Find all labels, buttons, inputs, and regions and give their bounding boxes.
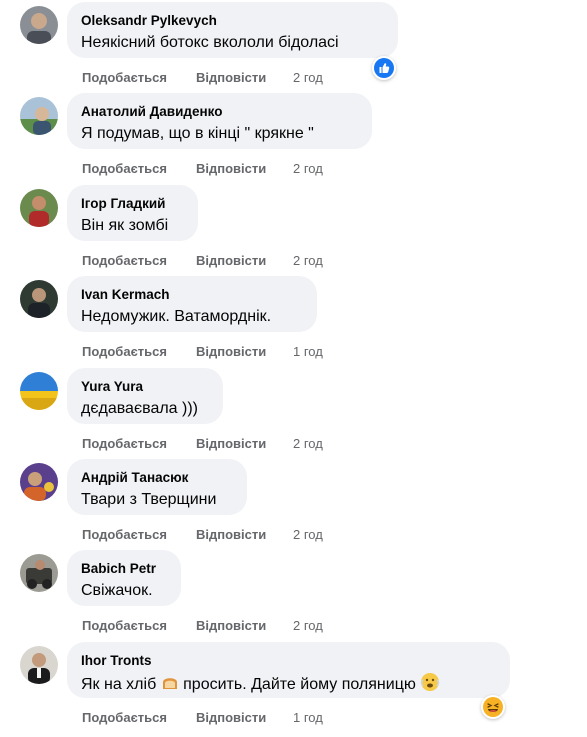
comment-item: Ivan Kermach Недомужик. Ватаморднік. Под… [0, 274, 587, 366]
comment-actions: Подобається Відповісти 2 год [82, 68, 323, 88]
reply-link[interactable]: Відповісти [196, 251, 293, 271]
steaming-face-icon [421, 673, 440, 691]
comment-actions: Подобається Відповісти 2 год [82, 251, 323, 271]
comment-text: Неякісний ботокс вкололи бідоласі [81, 34, 339, 51]
comment-actions: Подобається Відповісти 2 год [82, 616, 323, 636]
laughing-face-icon [483, 697, 503, 717]
comment-bubble: Yura Yura дєдаваєвала ))) [67, 368, 223, 424]
comment-author[interactable]: Ihor Tronts [81, 652, 496, 670]
comment-author[interactable]: Андрій Танасюк [81, 469, 233, 487]
like-link[interactable]: Подобається [82, 68, 196, 88]
comment-actions: Подобається Відповісти 2 год [82, 434, 323, 454]
comment-bubble: Ігор Гладкий Він як зомбі [67, 185, 198, 241]
comment-item: Yura Yura дєдаваєвала ))) Подобається Від… [0, 366, 587, 458]
like-link[interactable]: Подобається [82, 708, 196, 728]
like-link[interactable]: Подобається [82, 159, 196, 179]
comment-author[interactable]: Babich Petr [81, 560, 167, 578]
reply-link[interactable]: Відповісти [196, 434, 293, 454]
avatar[interactable] [20, 6, 58, 44]
comment-author[interactable]: Oleksandr Pylkevych [81, 12, 384, 30]
avatar[interactable] [20, 463, 58, 501]
comment-actions: Подобається Відповісти 1 год [82, 708, 323, 728]
comment-item: Oleksandr Pylkevych Неякісний ботокс вко… [0, 0, 587, 92]
like-link[interactable]: Подобається [82, 616, 196, 636]
comment-item: Андрій Танасюк Твари з Тверщини Подобаєт… [0, 457, 587, 549]
comment-text-end: просить. Дайте йому поляницю [183, 676, 416, 693]
comment-author[interactable]: Анатолий Давиденко [81, 103, 358, 121]
reply-link[interactable]: Відповісти [196, 159, 293, 179]
like-link[interactable]: Подобається [82, 525, 196, 545]
comment-item: Ігор Гладкий Він як зомбі Подобається Від… [0, 183, 587, 275]
avatar[interactable] [20, 372, 58, 410]
comment-text: Свіжачок. [81, 582, 153, 599]
like-icon [374, 58, 394, 78]
reply-link[interactable]: Відповісти [196, 708, 293, 728]
comment-timestamp[interactable]: 2 год [293, 159, 323, 179]
comment-bubble: Babich Petr Свіжачок. [67, 550, 181, 606]
comment-actions: Подобається Відповісти 1 год [82, 342, 323, 362]
reply-link[interactable]: Відповісти [196, 616, 293, 636]
reply-link[interactable]: Відповісти [196, 525, 293, 545]
comment-bubble: Анатолий Давиденко Я подумав, що в кінці… [67, 93, 372, 149]
comment-timestamp[interactable]: 2 год [293, 525, 323, 545]
like-link[interactable]: Подобається [82, 251, 196, 271]
reply-link[interactable]: Відповісти [196, 68, 293, 88]
comment-text: дєдаваєвала ))) [81, 400, 198, 417]
comment-timestamp[interactable]: 1 год [293, 708, 323, 728]
comment-text: Він як зомбі [81, 217, 169, 234]
comment-bubble: Ihor Tronts Як на хліб просить. Дайте йо… [67, 642, 510, 698]
avatar[interactable] [20, 97, 58, 135]
comment-timestamp[interactable]: 1 год [293, 342, 323, 362]
comment-timestamp[interactable]: 2 год [293, 68, 323, 88]
like-link[interactable]: Подобається [82, 342, 196, 362]
comment-bubble: Ivan Kermach Недомужик. Ватаморднік. [67, 276, 317, 332]
comment-actions: Подобається Відповісти 2 год [82, 525, 323, 545]
reply-link[interactable]: Відповісти [196, 342, 293, 362]
avatar[interactable] [20, 554, 58, 592]
comment-text: Недомужик. Ватаморднік. [81, 308, 272, 325]
reaction-badge[interactable] [372, 56, 396, 80]
comment-text-start: Як на хліб [81, 676, 157, 693]
comment-text: Як на хліб просить. Дайте йому поляницю [81, 672, 496, 696]
comment-author[interactable]: Ivan Kermach [81, 286, 303, 304]
comment-bubble: Андрій Танасюк Твари з Тверщини [67, 459, 247, 515]
comment-timestamp[interactable]: 2 год [293, 434, 323, 454]
comment-author[interactable]: Yura Yura [81, 378, 209, 396]
like-link[interactable]: Подобається [82, 434, 196, 454]
bread-icon [162, 678, 177, 689]
comment-actions: Подобається Відповісти 2 год [82, 159, 323, 179]
reaction-badge[interactable] [481, 695, 505, 719]
avatar[interactable] [20, 189, 58, 227]
comment-timestamp[interactable]: 2 год [293, 251, 323, 271]
comment-timestamp[interactable]: 2 год [293, 616, 323, 636]
comment-author[interactable]: Ігор Гладкий [81, 195, 184, 213]
comment-text: Твари з Тверщини [81, 491, 217, 508]
comment-item: Babich Petr Свіжачок. Подобається Відпові… [0, 548, 587, 640]
comment-bubble: Oleksandr Pylkevych Неякісний ботокс вко… [67, 2, 398, 58]
comment-text: Я подумав, що в кінці " крякне " [81, 125, 314, 142]
avatar[interactable] [20, 280, 58, 318]
avatar[interactable] [20, 646, 58, 684]
comment-item: Анатолий Давиденко Я подумав, що в кінці… [0, 91, 587, 183]
comment-item: Ihor Tronts Як на хліб просить. Дайте йо… [0, 640, 587, 732]
